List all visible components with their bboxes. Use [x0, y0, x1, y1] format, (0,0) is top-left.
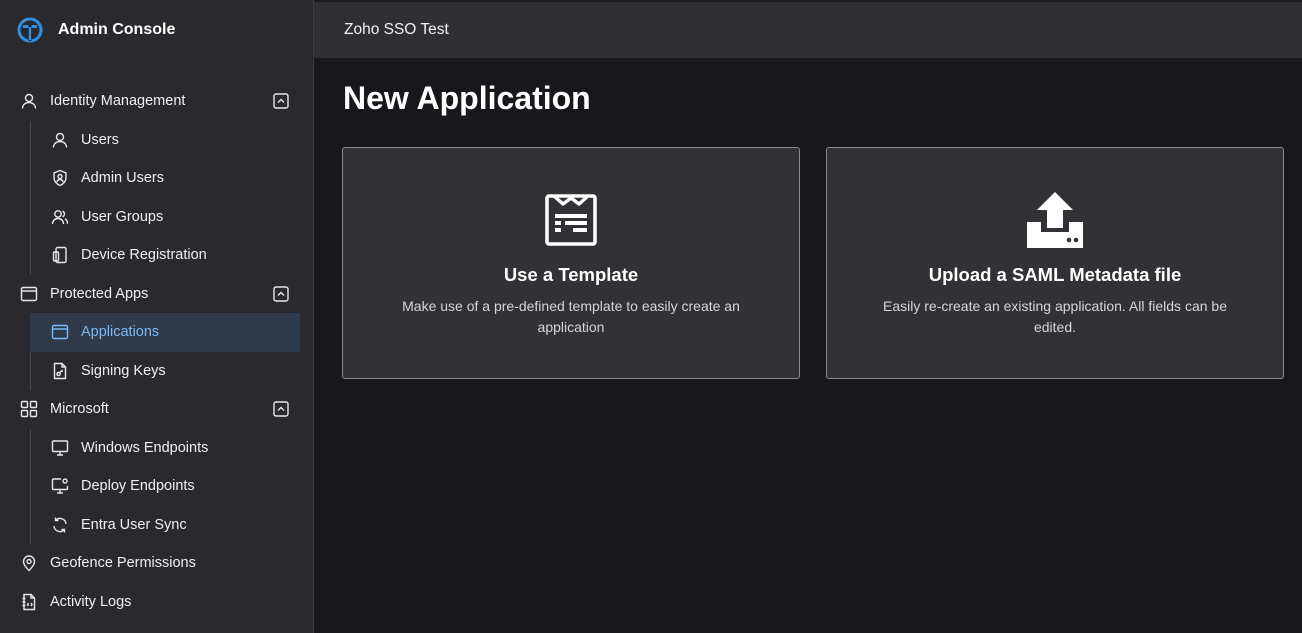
monitor-icon — [51, 439, 69, 457]
card-description: Make use of a pre-defined template to ea… — [402, 298, 740, 335]
window-icon — [51, 323, 69, 341]
upload-icon — [1027, 192, 1083, 248]
sidebar-item-label: Admin Users — [81, 170, 164, 187]
sidebar-item-label: Geofence Permissions — [50, 555, 196, 572]
main-content: Zoho SSO Test New Application Use a Temp… — [314, 0, 1302, 633]
sidebar-item-device-registration[interactable]: Device Registration — [30, 236, 300, 275]
sidebar-item-deploy-endpoints[interactable]: Deploy Endpoints — [30, 467, 300, 506]
sidebar-item-label: Protected Apps — [50, 285, 149, 302]
sidebar-item-entra-user-sync[interactable]: Entra User Sync — [30, 505, 300, 544]
sync-icon — [51, 516, 69, 534]
sidebar-item-label: Entra User Sync — [81, 516, 187, 533]
logo-icon — [17, 17, 43, 43]
collapse-icon[interactable] — [273, 93, 289, 109]
sidebar-item-label: User Groups — [81, 208, 164, 225]
template-icon — [545, 194, 597, 246]
sidebar-item-label: Users — [81, 131, 119, 148]
sidebar-item-geofence-permissions[interactable]: Geofence Permissions — [0, 544, 313, 583]
sidebar-item-label: Windows Endpoints — [81, 439, 209, 456]
window-icon — [20, 285, 38, 303]
device-icon — [51, 246, 69, 264]
sidebar-item-admin-users[interactable]: Admin Users — [30, 159, 300, 198]
collapse-icon[interactable] — [273, 286, 289, 302]
top-bar: Zoho SSO Test — [314, 0, 1302, 58]
sidebar-item-label: Activity Logs — [50, 593, 132, 610]
sidebar: Admin Console Identity Management Users — [0, 0, 314, 633]
card-title: Upload a SAML Metadata file — [928, 264, 1182, 285]
monitor-gear-icon — [51, 477, 69, 495]
log-document-icon — [20, 593, 38, 611]
sidebar-item-activity-logs[interactable]: Activity Logs — [0, 583, 313, 622]
use-template-card[interactable]: Use a Template Make use of a pre-defined… — [342, 147, 800, 379]
shield-user-icon — [51, 169, 69, 187]
user-icon — [51, 131, 69, 149]
sidebar-item-microsoft[interactable]: Microsoft — [0, 390, 313, 429]
brand[interactable]: Admin Console — [0, 0, 313, 60]
sidebar-item-label: Deploy Endpoints — [81, 478, 195, 495]
sidebar-item-label: Identity Management — [50, 93, 186, 110]
sidebar-item-signing-keys[interactable]: Signing Keys — [30, 351, 300, 390]
app-title: Admin Console — [58, 21, 176, 38]
grid-icon — [20, 400, 38, 418]
sidebar-item-applications[interactable]: Applications — [30, 313, 300, 352]
sidebar-item-label: Microsoft — [50, 401, 109, 418]
sidebar-item-users[interactable]: Users — [30, 120, 300, 159]
sidebar-item-user-groups[interactable]: User Groups — [30, 197, 300, 236]
user-group-icon — [51, 208, 69, 226]
breadcrumb-title: Zoho SSO Test — [344, 21, 449, 38]
key-document-icon — [51, 362, 69, 380]
card-title: Use a Template — [503, 264, 639, 285]
page-title: New Application — [343, 80, 591, 116]
upload-saml-card[interactable]: Upload a SAML Metadata file Easily re-cr… — [826, 147, 1284, 379]
sidebar-item-windows-endpoints[interactable]: Windows Endpoints — [30, 428, 300, 467]
card-description: Easily re-create an existing application… — [883, 298, 1227, 335]
user-icon — [20, 92, 38, 110]
sidebar-item-label: Signing Keys — [81, 362, 166, 379]
sidebar-item-protected-apps[interactable]: Protected Apps — [0, 275, 313, 314]
sidebar-item-identity-management[interactable]: Identity Management — [0, 82, 313, 121]
location-pin-icon — [20, 554, 38, 572]
sidebar-nav: Identity Management Users Admin Users Us… — [0, 82, 313, 621]
sidebar-item-label: Device Registration — [81, 247, 207, 264]
collapse-icon[interactable] — [273, 401, 289, 417]
sidebar-item-label: Applications — [81, 324, 160, 341]
app-root: Admin Console Identity Management Users — [0, 0, 1302, 633]
